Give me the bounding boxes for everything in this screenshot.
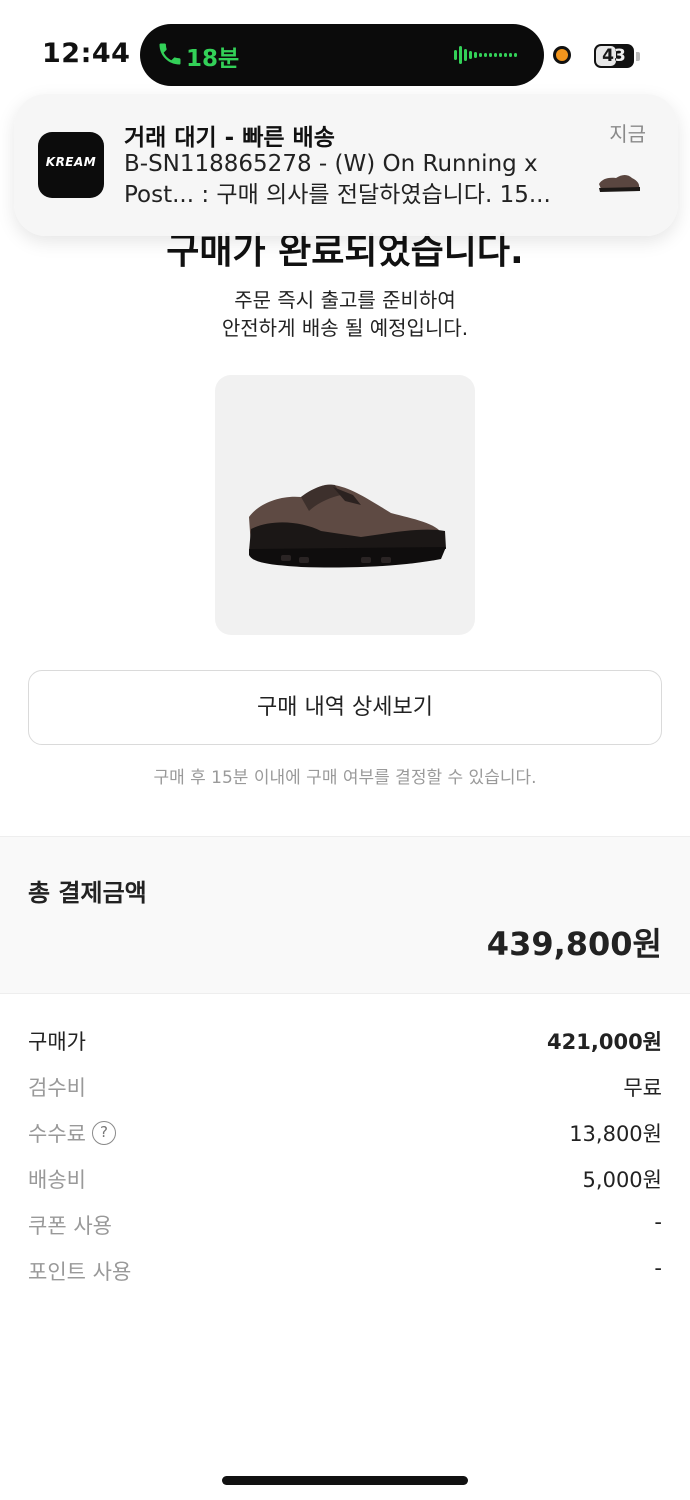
row-value: - [654,1256,662,1280]
battery-cap [636,52,640,61]
row-label-wrapper: 수수료 ? [28,1118,116,1148]
row-value: 무료 [623,1076,662,1100]
push-notification[interactable]: KREAM 거래 대기 - 빠른 배송 B-SN118865278 - (W) … [14,94,678,236]
subtitle-line-2: 안전하게 배송 될 예정입니다. [221,316,469,340]
row-value: 13,800원 [569,1122,662,1146]
total-payment-value: 439,800원 [486,925,662,963]
row-value: - [654,1210,662,1234]
breakdown-row-purchase-price: 구매가 421,000원 [28,1018,662,1064]
sneaker-image [249,484,446,568]
row-label: 포인트 사용 [28,1260,132,1284]
kream-app-icon: KREAM [38,132,104,198]
breakdown-row-fee: 수수료 ? 13,800원 [28,1110,662,1156]
total-payment-section: 총 결제금액 439,800원 [0,836,690,994]
row-value: 421,000원 [547,1030,662,1054]
row-label: 수수료 [28,1122,86,1146]
dynamic-island[interactable]: 18분 [140,24,544,86]
breakdown-row-inspection-fee: 검수비 무료 [28,1064,662,1110]
battery-icon: 43 [594,44,634,68]
notification-title: 거래 대기 - 빠른 배송 [124,125,335,151]
product-image [215,375,475,635]
product-thumbnail [599,175,640,192]
decision-window-helper-text: 구매 후 15분 이내에 구매 여부를 결정할 수 있습니다. [153,768,537,788]
notification-body: B-SN118865278 - (W) On Running x Post...… [124,151,551,208]
purchase-complete-subtitle: 주문 즉시 출고를 준비하여 안전하게 배송 될 예정입니다. [0,286,690,342]
breakdown-row-points: 포인트 사용 - [28,1248,662,1294]
phone-icon [159,43,181,65]
subtitle-line-1: 주문 즉시 출고를 준비하여 [234,288,456,312]
total-payment-label: 총 결제금액 [28,879,147,907]
row-label: 구매가 [28,1030,86,1054]
audio-waveform-icon [454,46,517,64]
row-label: 쿠폰 사용 [28,1214,112,1238]
battery-level: 43 [602,46,626,66]
row-label: 배송비 [28,1168,86,1192]
question-circle-icon[interactable]: ? [91,1121,116,1145]
row-label: 검수비 [28,1076,86,1100]
call-duration: 18분 [186,46,240,72]
status-bar: 12:44 18분 43 [0,0,690,100]
breakdown-row-shipping-fee: 배송비 5,000원 [28,1156,662,1202]
row-value: 5,000원 [582,1168,662,1192]
camera-in-use-indicator [553,46,571,64]
status-time: 12:44 [42,38,131,69]
breakdown-row-coupon: 쿠폰 사용 - [28,1202,662,1248]
app-icon-logo-text: KREAM [45,155,97,169]
view-purchase-details-button[interactable]: 구매 내역 상세보기 [28,670,662,745]
payment-breakdown: 구매가 421,000원 검수비 무료 수수료 ? 13,800원 배송비 5,… [28,1018,662,1294]
home-indicator[interactable] [222,1476,468,1485]
notification-time: 지금 [609,122,646,146]
